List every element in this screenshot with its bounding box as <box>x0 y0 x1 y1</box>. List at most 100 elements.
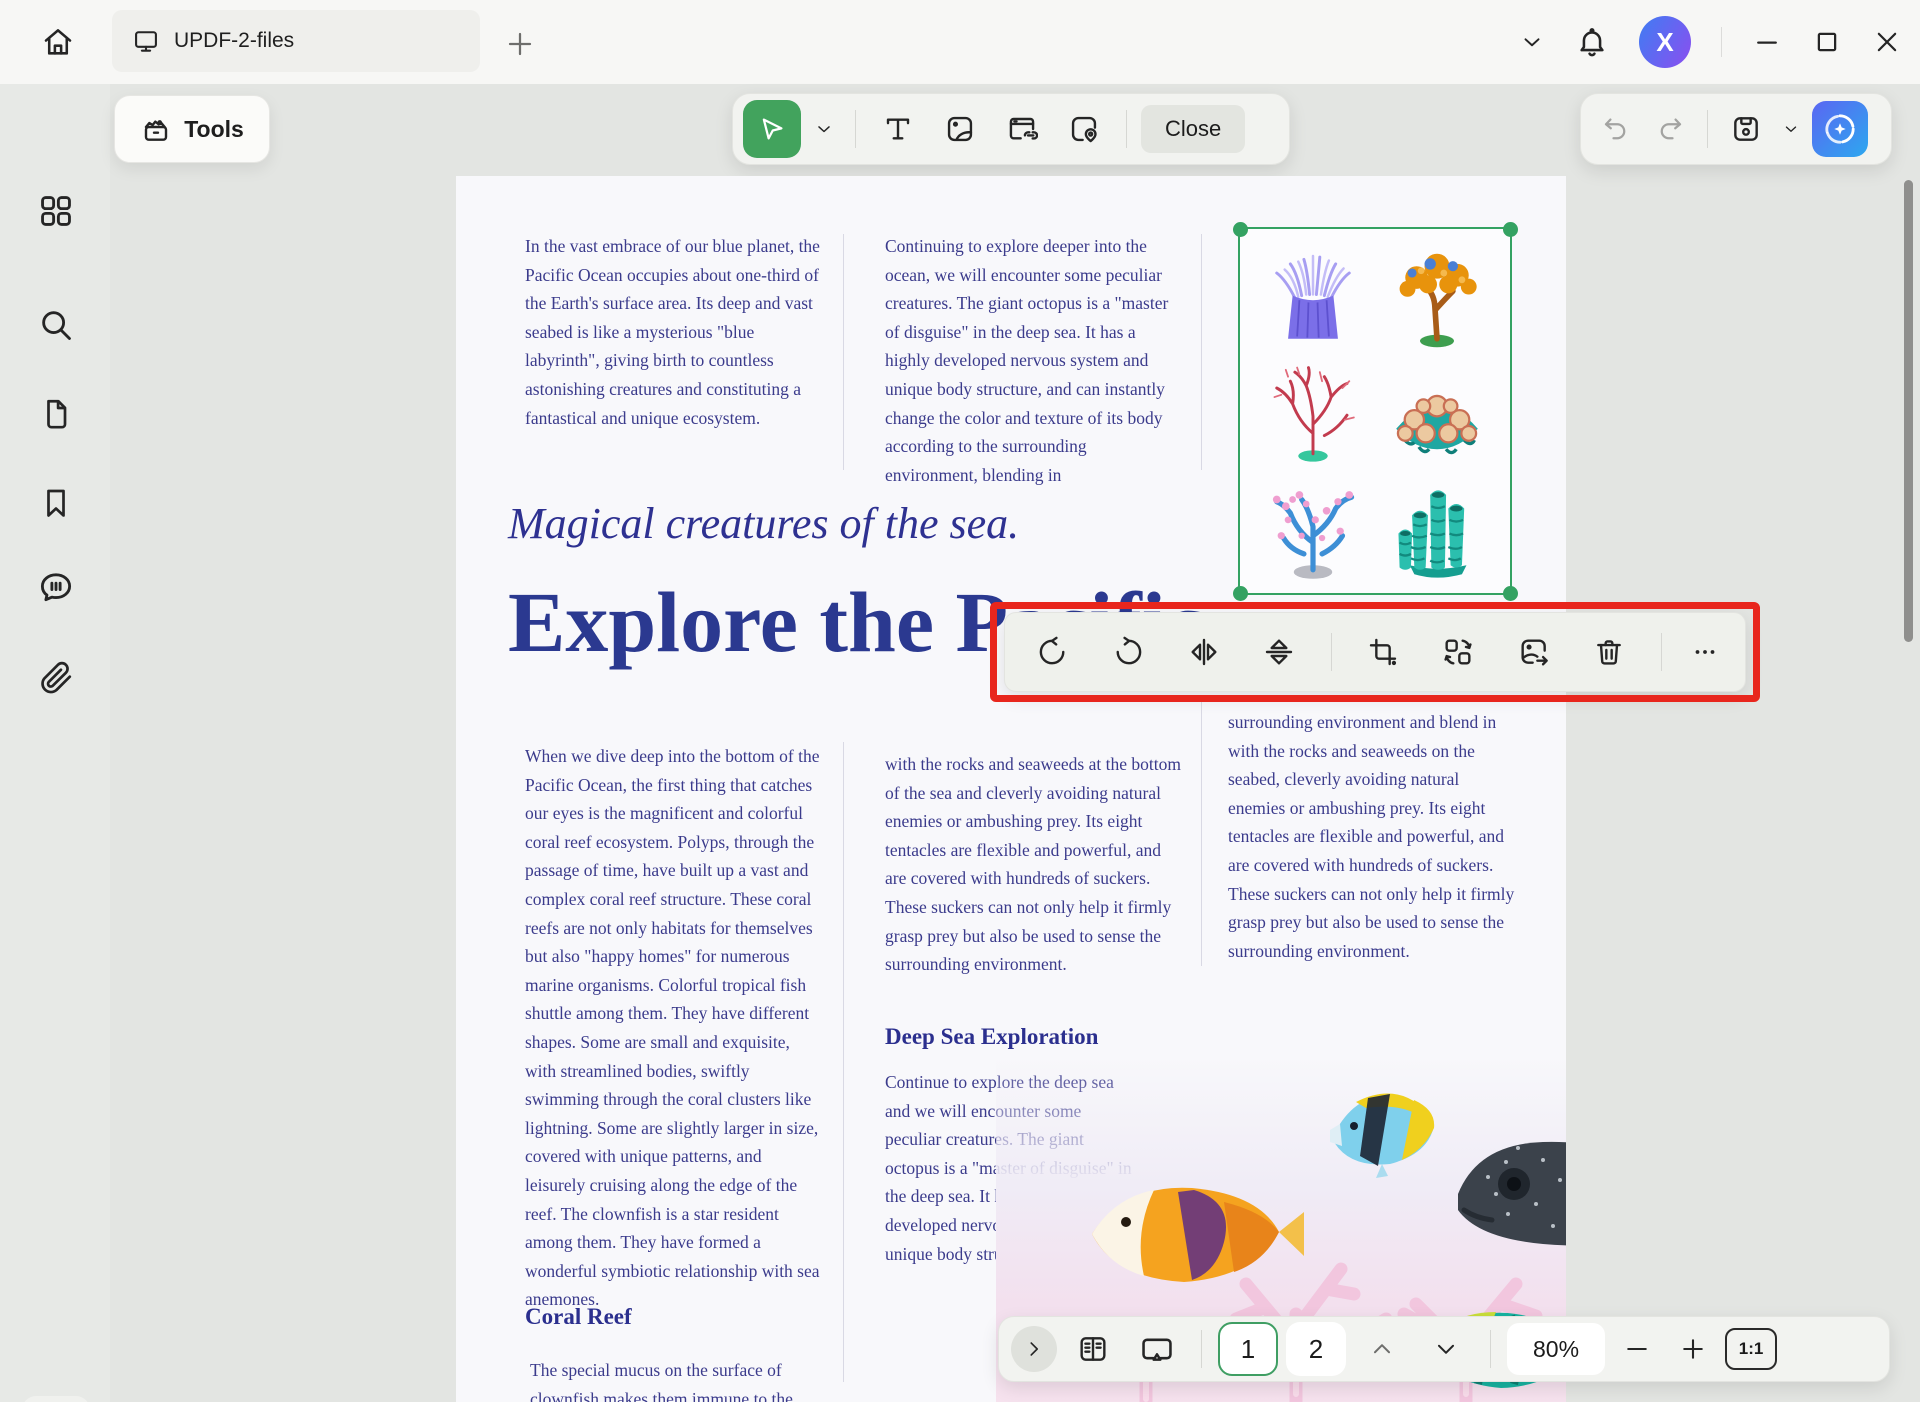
rotate-right-button[interactable] <box>1096 622 1160 682</box>
minimize-button[interactable] <box>1752 27 1782 57</box>
slideshow-button[interactable] <box>1129 1320 1185 1378</box>
redo-button[interactable] <box>1645 100 1695 158</box>
two-page-view-icon <box>1077 1333 1109 1365</box>
toolbar-divider <box>1707 110 1708 148</box>
trash-icon <box>1593 636 1625 668</box>
rotate-left-button[interactable] <box>1021 622 1085 682</box>
tools-button[interactable]: Tools <box>114 95 270 163</box>
sidebar-item-appearance[interactable] <box>22 1396 90 1402</box>
page-button-1[interactable]: 1 <box>1218 1322 1278 1376</box>
select-tool-dropdown[interactable] <box>807 100 841 158</box>
minus-icon <box>1623 1335 1651 1363</box>
heading-coral-reef: Coral Reef <box>525 1304 632 1330</box>
delete-button[interactable] <box>1577 622 1641 682</box>
previous-page-button[interactable] <box>1354 1320 1410 1378</box>
page-mark-tool-button[interactable] <box>1056 100 1112 158</box>
coral-teal-disc <box>1376 354 1498 467</box>
expand-panel-button[interactable] <box>1011 1326 1057 1372</box>
chevron-down-icon <box>1782 120 1800 138</box>
flip-vertical-icon <box>1263 636 1295 668</box>
paragraph-col1-top: In the vast embrace of our blue planet, … <box>525 232 821 432</box>
select-tool-button[interactable] <box>743 100 801 158</box>
chevron-down-icon <box>1433 1336 1459 1362</box>
page-icon <box>38 396 74 432</box>
sidebar-item-pages[interactable] <box>28 386 84 442</box>
zoom-level-button[interactable]: 80% <box>1507 1323 1605 1375</box>
page-layout-button[interactable] <box>1065 1320 1121 1378</box>
grid-icon <box>37 192 75 230</box>
comment-icon <box>37 568 75 606</box>
sidebar-item-thumbnails[interactable] <box>28 183 84 239</box>
ai-assistant-button[interactable] <box>1812 101 1868 157</box>
document-tab[interactable]: UPDF-2-files <box>112 10 480 72</box>
replace-image-button[interactable] <box>1426 622 1490 682</box>
selection-handle-top-left[interactable] <box>1233 222 1248 237</box>
coral-purple-anemone <box>1252 239 1374 352</box>
minimize-icon <box>1752 27 1782 57</box>
workspace-dropdown-button[interactable] <box>1519 29 1545 55</box>
toolbar-divider <box>1661 633 1662 671</box>
actual-size-button[interactable]: 1:1 <box>1725 1328 1777 1370</box>
sidebar-item-bookmarks[interactable] <box>28 475 84 531</box>
paragraph-col1-bottom: The special mucus on the surface of clow… <box>530 1356 826 1402</box>
selection-handle-top-right[interactable] <box>1503 222 1518 237</box>
vertical-scrollbar[interactable] <box>1904 180 1913 642</box>
crop-button[interactable] <box>1351 622 1415 682</box>
zoom-in-button[interactable] <box>1669 1320 1717 1378</box>
save-button[interactable] <box>1720 100 1772 158</box>
user-avatar[interactable]: X <box>1639 16 1691 68</box>
tools-label: Tools <box>184 116 244 143</box>
column-divider <box>843 234 844 470</box>
crop-icon <box>1367 636 1399 668</box>
replace-icon <box>1442 636 1474 668</box>
toolbar-divider <box>1331 633 1332 671</box>
plus-icon <box>1679 1335 1707 1363</box>
paragraph-col3-top: surrounding environment and blend in wit… <box>1228 708 1518 965</box>
pufferfish-image <box>1448 1122 1566 1262</box>
toolbar-divider <box>1126 110 1127 148</box>
sidebar-item-search[interactable] <box>28 297 84 353</box>
sidebar-item-attachments[interactable] <box>28 650 84 706</box>
close-window-button[interactable] <box>1872 27 1902 57</box>
save-dropdown-button[interactable] <box>1776 100 1806 158</box>
selected-image-object[interactable] <box>1240 229 1510 593</box>
updf-app-window: UPDF-2-files X <box>0 0 1920 1402</box>
text-tool-button[interactable] <box>870 100 926 158</box>
history-save-toolbar <box>1580 93 1892 165</box>
coral-tube-sponge <box>1376 470 1498 583</box>
coral-orange-tree <box>1376 239 1498 352</box>
paragraph-col1-mid: When we dive deep into the bottom of the… <box>525 742 821 1314</box>
orange-butterflyfish-image <box>1074 1172 1304 1297</box>
maximize-button[interactable] <box>1812 27 1842 57</box>
home-button[interactable] <box>30 14 86 70</box>
sidebar-item-comments[interactable] <box>28 559 84 615</box>
zoom-out-button[interactable] <box>1613 1320 1661 1378</box>
left-sidebar <box>0 84 110 1402</box>
document-subtitle: Magical creatures of the sea. <box>508 498 1019 549</box>
new-tab-button[interactable] <box>498 22 542 66</box>
heading-deep-sea: Deep Sea Exploration <box>885 1024 1098 1050</box>
close-edit-mode-button[interactable]: Close <box>1141 105 1245 153</box>
undo-button[interactable] <box>1591 100 1641 158</box>
ellipsis-icon <box>1690 637 1720 667</box>
chevron-up-icon <box>1369 1336 1395 1362</box>
link-tool-button[interactable] <box>994 100 1050 158</box>
maximize-icon <box>1812 27 1842 57</box>
text-icon <box>882 113 914 145</box>
selection-handle-bottom-right[interactable] <box>1503 586 1518 601</box>
flip-horizontal-button[interactable] <box>1172 622 1236 682</box>
selection-handle-bottom-left[interactable] <box>1233 586 1248 601</box>
export-image-button[interactable] <box>1502 622 1566 682</box>
next-page-button[interactable] <box>1418 1320 1474 1378</box>
page-navigation-bar: 1 2 80% 1:1 <box>998 1316 1890 1382</box>
flip-vertical-button[interactable] <box>1247 622 1311 682</box>
monitor-icon <box>132 27 160 55</box>
page-button-2[interactable]: 2 <box>1286 1322 1346 1376</box>
image-selection-toolbar <box>1004 612 1746 692</box>
notifications-button[interactable] <box>1575 25 1609 59</box>
image-tool-button[interactable] <box>932 100 988 158</box>
more-options-button[interactable] <box>1681 622 1729 682</box>
search-icon <box>37 306 75 344</box>
rotate-right-icon <box>1112 636 1144 668</box>
document-pin-icon <box>1068 113 1100 145</box>
